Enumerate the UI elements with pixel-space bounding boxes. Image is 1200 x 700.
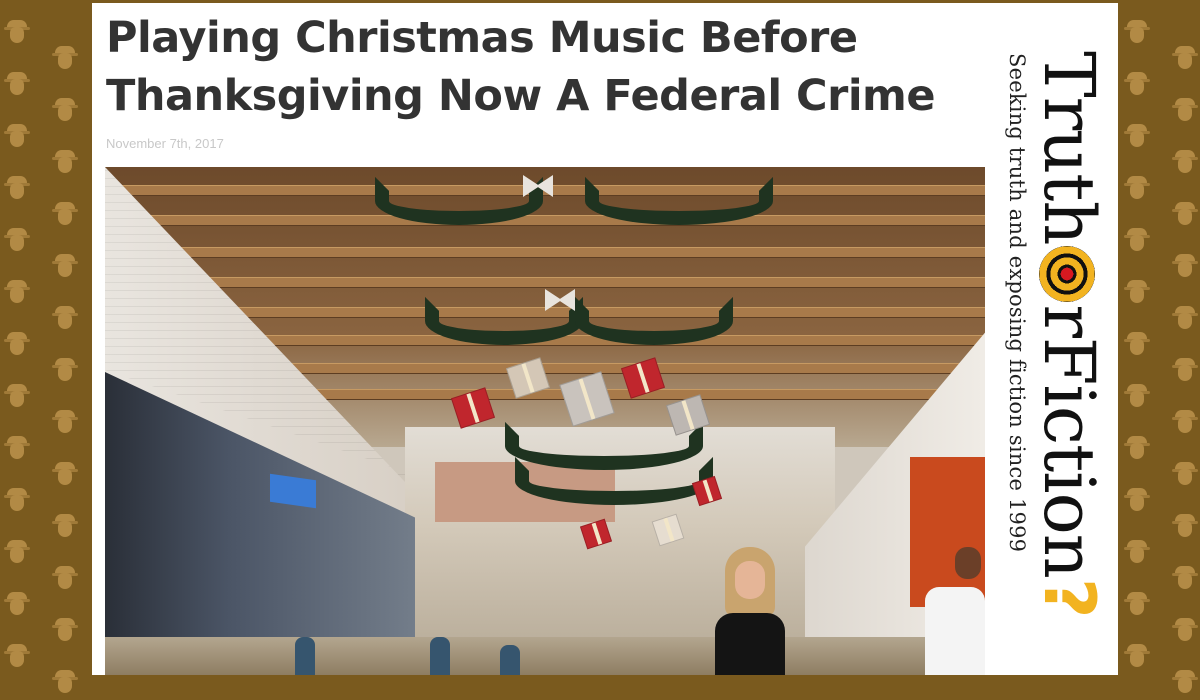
pattern-motif-icon (4, 486, 30, 518)
pattern-motif-icon (1172, 148, 1198, 180)
pattern-motif-icon (52, 512, 78, 544)
mall-floor (105, 637, 985, 675)
pattern-motif-icon (1124, 330, 1150, 362)
pattern-motif-icon (1124, 642, 1150, 674)
shopper (500, 645, 520, 675)
man-shopper (915, 547, 985, 675)
pattern-motif-icon (1172, 96, 1198, 128)
pattern-motif-icon (52, 356, 78, 388)
pattern-motif-icon (4, 174, 30, 206)
pattern-motif-icon (1172, 460, 1198, 492)
pattern-motif-icon (4, 538, 30, 570)
pattern-motif-icon (1172, 44, 1198, 76)
pattern-motif-icon (4, 70, 30, 102)
ceiling-beam (105, 215, 985, 226)
ceiling-beam (105, 277, 985, 288)
pattern-motif-icon (1172, 252, 1198, 284)
pattern-motif-icon (52, 668, 78, 700)
pattern-motif-icon (4, 382, 30, 414)
garland-wreath (585, 177, 773, 225)
logo-wordmark: Truth rFiction? (1028, 51, 1110, 617)
pattern-motif-icon (1172, 512, 1198, 544)
pattern-motif-icon (52, 96, 78, 128)
garland-wreath (515, 457, 713, 505)
pattern-motif-icon (4, 642, 30, 674)
pattern-motif-icon (1124, 382, 1150, 414)
garland-wreath (575, 297, 733, 345)
pattern-motif-icon (4, 278, 30, 310)
pattern-motif-icon (4, 226, 30, 258)
pattern-motif-icon (52, 460, 78, 492)
shopper (295, 637, 315, 675)
pattern-motif-icon (52, 304, 78, 336)
bullseye-icon (1039, 246, 1095, 303)
pattern-motif-icon (52, 616, 78, 648)
truth-or-fiction-logo: Truth rFiction? Seeking truth and exposin… (985, 3, 1118, 675)
pattern-motif-icon (1124, 590, 1150, 622)
pattern-motif-icon (1172, 356, 1198, 388)
pattern-motif-icon (4, 434, 30, 466)
pattern-motif-icon (52, 148, 78, 180)
article-card: Playing Christmas Music Before Thanksgiv… (92, 3, 1118, 675)
garland-wreath (425, 297, 583, 345)
pattern-motif-icon (1172, 616, 1198, 648)
pattern-motif-icon (1172, 668, 1198, 700)
pattern-motif-icon (52, 252, 78, 284)
shopper (430, 637, 450, 675)
pattern-motif-icon (4, 330, 30, 362)
pattern-motif-icon (1172, 304, 1198, 336)
pattern-motif-icon (1124, 538, 1150, 570)
pattern-motif-icon (1124, 174, 1150, 206)
ceiling-beam (105, 247, 985, 258)
pattern-motif-icon (1124, 434, 1150, 466)
pattern-motif-icon (1124, 486, 1150, 518)
pattern-motif-icon (52, 564, 78, 596)
logo-tagline: Seeking truth and exposing fiction since… (1005, 53, 1029, 553)
pattern-motif-icon (1124, 122, 1150, 154)
pattern-motif-icon (1172, 564, 1198, 596)
logo-word-truth: Truth (1028, 51, 1110, 245)
pattern-motif-icon (1172, 408, 1198, 440)
pattern-motif-icon (1172, 200, 1198, 232)
pattern-motif-icon (52, 44, 78, 76)
pattern-motif-icon (4, 590, 30, 622)
question-mark-icon: ? (1028, 577, 1110, 618)
garland-wreath (375, 177, 543, 225)
pattern-motif-icon (1124, 18, 1150, 50)
article-headline: Playing Christmas Music Before Thanksgiv… (106, 13, 936, 121)
pattern-motif-icon (4, 18, 30, 50)
pattern-motif-icon (1124, 226, 1150, 258)
article-date: November 7th, 2017 (106, 136, 224, 151)
pattern-motif-icon (52, 408, 78, 440)
article-photo (105, 167, 985, 675)
pattern-motif-icon (1124, 278, 1150, 310)
pattern-motif-icon (1124, 70, 1150, 102)
pattern-motif-icon (4, 122, 30, 154)
woman-shopper (695, 547, 805, 675)
pattern-motif-icon (52, 200, 78, 232)
logo-word-fiction: rFiction (1028, 304, 1110, 578)
